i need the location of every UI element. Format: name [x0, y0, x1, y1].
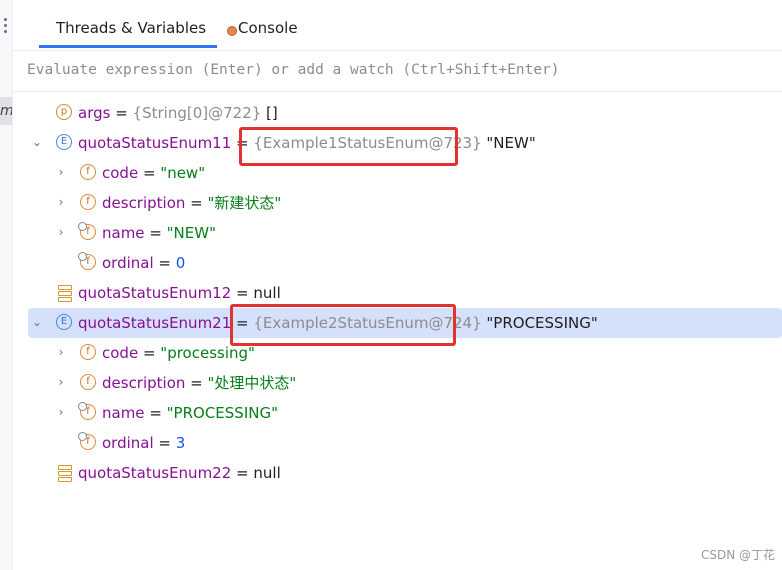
field-name: description [102, 374, 186, 392]
left-gutter: m [0, 0, 13, 570]
equals-sign: = [185, 374, 208, 392]
field-row[interactable]: f ordinal = 0 [28, 248, 782, 278]
variable-name: quotaStatusEnum11 [78, 134, 232, 152]
variable-row[interactable]: ⌄ E quotaStatusEnum11 = {Example1StatusE… [28, 128, 782, 158]
field-row[interactable]: f ordinal = 3 [28, 428, 782, 458]
variable-type: {String[0]@722} [132, 104, 262, 122]
chevron-right-icon[interactable]: › [56, 376, 66, 388]
equals-sign: = [231, 284, 254, 302]
field-row[interactable]: › f code = "processing" [28, 338, 782, 368]
variable-row[interactable]: quotaStatusEnum12 = null [28, 278, 782, 308]
field-name: name [102, 224, 145, 242]
lock-icon [78, 432, 87, 441]
final-field-icon: f [78, 222, 96, 240]
field-icon: f [80, 374, 96, 390]
equals-sign: = [144, 224, 167, 242]
lock-icon [78, 252, 87, 261]
field-value: "PROCESSING" [166, 404, 278, 422]
variable-name: args [78, 104, 111, 122]
final-field-icon: f [78, 432, 96, 450]
equals-sign: = [153, 254, 176, 272]
tab-console[interactable]: Console [225, 10, 298, 48]
lock-icon [78, 402, 87, 411]
equals-sign: = [231, 464, 254, 482]
field-row[interactable]: › f description = "处理中状态" [28, 368, 782, 398]
parameter-icon: p [56, 104, 72, 120]
chevron-right-icon[interactable]: › [56, 406, 66, 418]
variable-row[interactable]: p args = {String[0]@722} [] [28, 98, 782, 128]
equals-sign: = [144, 404, 167, 422]
field-row[interactable]: › f name = "NEW" [28, 218, 782, 248]
field-name: code [102, 344, 139, 362]
more-options-icon[interactable] [3, 18, 9, 36]
field-name: description [102, 194, 186, 212]
equals-sign: = [138, 164, 161, 182]
chevron-right-icon[interactable]: › [56, 346, 66, 358]
chevron-right-icon[interactable]: › [56, 196, 66, 208]
variable-value: [] [261, 104, 278, 122]
field-icon: f [80, 194, 96, 210]
field-value: "processing" [160, 344, 255, 362]
field-name: ordinal [102, 254, 154, 272]
local-variable-icon [58, 465, 72, 482]
field-icon: f [80, 164, 96, 180]
variable-type: {Example1StatusEnum@723} [253, 134, 482, 152]
console-icon [227, 26, 237, 36]
field-value: "NEW" [166, 224, 216, 242]
chevron-right-icon[interactable]: › [56, 226, 66, 238]
equals-sign: = [138, 344, 161, 362]
variable-row[interactable]: quotaStatusEnum22 = null [28, 458, 782, 488]
field-name: name [102, 404, 145, 422]
variable-name: quotaStatusEnum22 [78, 464, 232, 482]
variable-value: null [253, 464, 281, 482]
field-row[interactable]: › f name = "PROCESSING" [28, 398, 782, 428]
lock-icon [78, 222, 87, 231]
equals-sign: = [231, 134, 254, 152]
evaluate-expression-bar [13, 51, 782, 92]
variable-value: "PROCESSING" [481, 314, 598, 332]
watermark: CSDN @丁花 [700, 548, 775, 562]
chevron-down-icon[interactable]: ⌄ [32, 316, 42, 328]
enum-icon: E [56, 134, 72, 150]
variable-type: {Example2StatusEnum@724} [253, 314, 482, 332]
local-variable-icon [58, 285, 72, 302]
variable-value: null [253, 284, 281, 302]
variable-name: quotaStatusEnum12 [78, 284, 232, 302]
variable-row-selected[interactable]: ⌄ E quotaStatusEnum21 = {Example2StatusE… [28, 308, 782, 338]
field-row[interactable]: › f code = "new" [28, 158, 782, 188]
final-field-icon: f [78, 252, 96, 270]
field-icon: f [80, 344, 96, 360]
equals-sign: = [231, 314, 254, 332]
chevron-down-icon[interactable]: ⌄ [32, 136, 42, 148]
gutter-marker: m [0, 97, 12, 125]
variable-value: "NEW" [481, 134, 536, 152]
enum-icon: E [56, 314, 72, 330]
field-name: ordinal [102, 434, 154, 452]
tab-threads-variables[interactable]: Threads & Variables [39, 10, 217, 48]
variable-name: quotaStatusEnum21 [78, 314, 232, 332]
field-row[interactable]: › f description = "新建状态" [28, 188, 782, 218]
debugger-tabbar: Threads & Variables Console [13, 0, 782, 51]
field-value: 0 [175, 254, 186, 272]
equals-sign: = [110, 104, 133, 122]
field-value: "new" [160, 164, 206, 182]
field-value: "新建状态" [207, 194, 282, 212]
field-value: "处理中状态" [207, 374, 297, 392]
equals-sign: = [153, 434, 176, 452]
field-value: 3 [175, 434, 186, 452]
chevron-right-icon[interactable]: › [56, 166, 66, 178]
evaluate-expression-input[interactable] [27, 51, 767, 89]
tab-label: Threads & Variables [56, 19, 207, 37]
tab-label: Console [238, 19, 298, 37]
field-name: code [102, 164, 139, 182]
final-field-icon: f [78, 402, 96, 420]
equals-sign: = [185, 194, 208, 212]
